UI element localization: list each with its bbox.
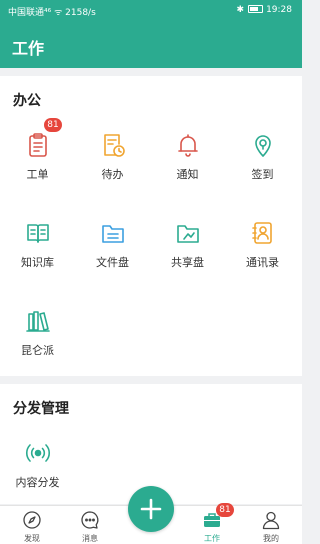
folder-icon xyxy=(100,220,126,246)
books-icon xyxy=(25,308,51,334)
book-icon xyxy=(25,220,51,246)
work-order-badge: 81 xyxy=(44,118,62,132)
office-item-label: 昆仑派 xyxy=(21,344,54,357)
office-item-contacts[interactable]: 通讯录 xyxy=(225,220,300,282)
distribution-item-label: 内容分发 xyxy=(15,476,60,489)
office-item-shared-disk[interactable]: 共享盘 xyxy=(150,220,225,282)
office-item-todo[interactable]: 待办 xyxy=(75,132,150,194)
office-item-label: 共享盘 xyxy=(171,256,204,269)
tab-label: 工作 xyxy=(204,534,220,543)
office-item-label: 通讯录 xyxy=(246,256,279,269)
bluetooth-icon: ✱ xyxy=(236,5,245,15)
battery-icon xyxy=(248,5,264,13)
office-item-check-in[interactable]: 签到 xyxy=(225,132,300,194)
office-item-label: 签到 xyxy=(251,168,274,181)
bell-icon xyxy=(175,132,201,158)
office-section: 办公 81 工单 待办 通知 签到 知识库 文件盘 共享盘 通讯录 昆仑派 xyxy=(0,76,302,376)
status-bar-right: ✱ 19:28 xyxy=(237,5,292,15)
office-item-kunlunpai[interactable]: 昆仑派 xyxy=(0,308,75,370)
todo-clock-icon xyxy=(100,132,126,158)
office-item-label: 通知 xyxy=(176,168,199,181)
app-header: 工作 xyxy=(0,22,302,68)
office-item-notice[interactable]: 通知 xyxy=(150,132,225,194)
status-bar-carrier: 中国联通⁴⁶ ᯤ 2158/s xyxy=(8,8,96,18)
office-item-knowledge-base[interactable]: 知识库 xyxy=(0,220,75,282)
compass-icon xyxy=(23,511,41,529)
tab-label: 发现 xyxy=(24,534,40,543)
office-item-label: 工单 xyxy=(26,168,49,181)
tab-label: 消息 xyxy=(82,534,98,543)
office-item-label: 知识库 xyxy=(21,256,54,269)
office-item-file-disk[interactable]: 文件盘 xyxy=(75,220,150,282)
tab-work[interactable]: 81 工作 xyxy=(182,503,242,544)
broadcast-icon xyxy=(25,440,51,466)
tab-mine[interactable]: 我的 xyxy=(241,506,301,544)
clipboard-icon xyxy=(25,132,51,158)
location-pin-icon xyxy=(250,132,276,158)
office-item-label: 文件盘 xyxy=(96,256,129,269)
distribution-section-title: 分发管理 xyxy=(13,401,69,417)
contacts-icon xyxy=(250,220,276,246)
tab-discover[interactable]: 发现 xyxy=(2,506,62,544)
person-icon xyxy=(262,511,280,530)
shared-folder-icon xyxy=(175,220,201,246)
work-tab-badge: 81 xyxy=(216,503,234,517)
page-title: 工作 xyxy=(12,39,45,58)
add-button[interactable] xyxy=(128,486,174,532)
office-item-label: 待办 xyxy=(101,168,124,181)
plus-icon xyxy=(140,498,162,520)
office-item-work-order[interactable]: 81 工单 xyxy=(0,118,75,194)
tab-label: 我的 xyxy=(263,534,279,543)
distribution-item-content[interactable]: 内容分发 xyxy=(0,440,75,502)
status-bar-time: 19:28 xyxy=(266,5,292,15)
status-bar: 中国联通⁴⁶ ᯤ 2158/s ✱ 19:28 xyxy=(0,0,302,22)
tab-messages[interactable]: 消息 xyxy=(60,506,120,544)
chat-icon xyxy=(81,511,99,529)
office-section-title: 办公 xyxy=(13,93,41,109)
